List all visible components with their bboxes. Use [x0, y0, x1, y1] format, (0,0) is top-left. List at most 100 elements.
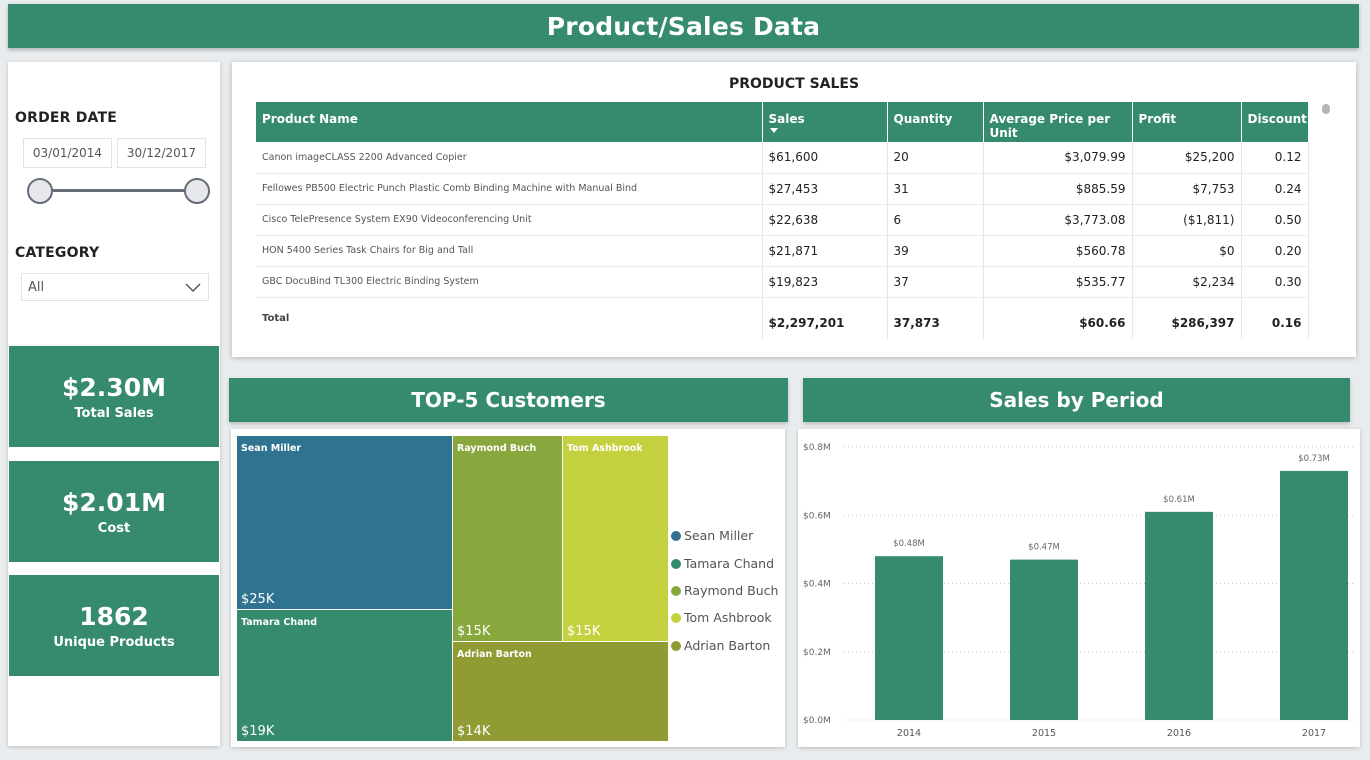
tile-value: $25K: [241, 592, 275, 607]
legend-dot: [671, 640, 681, 651]
top-customers-header: TOP-5 Customers: [229, 378, 788, 422]
tile-name: Sean Miller: [241, 443, 302, 454]
legend-item-sean-miller[interactable]: Sean Miller: [671, 528, 753, 543]
legend-item-tom-ashbrook[interactable]: Tom Ashbrook: [671, 610, 772, 625]
cell-total-discount: 0.16: [1241, 297, 1309, 339]
tile-name: Adrian Barton: [457, 649, 532, 660]
legend-label: Sean Miller: [684, 528, 754, 543]
slider-start-handle[interactable]: [27, 178, 53, 204]
legend-label: Adrian Barton: [684, 638, 771, 653]
column-header-product-name[interactable]: Product Name: [256, 102, 763, 142]
treemap-tile-sean-miller[interactable]: Sean Miller $25K: [236, 435, 453, 610]
table-row[interactable]: HON 5400 Series Task Chairs for Big and …: [256, 235, 1309, 267]
cell-total-label: Total: [256, 297, 763, 339]
y-tick-label: $0.8M: [803, 443, 831, 453]
cell-discount: 0.30: [1241, 266, 1309, 298]
cell-discount: 0.24: [1241, 173, 1309, 205]
bar-2015[interactable]: [1010, 559, 1078, 720]
cell-avg-price: $560.78: [983, 235, 1133, 267]
cell-product-name: HON 5400 Series Task Chairs for Big and …: [256, 235, 763, 267]
legend-item-raymond-buch[interactable]: Raymond Buch: [671, 583, 778, 598]
kpi-cost: $2.01M Cost: [9, 461, 219, 562]
table-row[interactable]: Fellowes PB500 Electric Punch Plastic Co…: [256, 173, 1309, 205]
data-label: $0.48M: [893, 539, 925, 549]
cell-total-avg-price: $60.66: [983, 297, 1133, 339]
table-header-row: Product Name Sales Quantity Average Pric…: [256, 102, 1309, 142]
cell-quantity: 6: [887, 204, 984, 236]
y-tick-label: $0.6M: [803, 511, 831, 521]
tile-name: Raymond Buch: [457, 443, 537, 454]
slider-end-handle[interactable]: [184, 178, 210, 204]
cell-profit: $2,234: [1132, 266, 1242, 298]
sales-by-period-chart: $0.0M $0.2M $0.4M $0.6M $0.8M $0.48M 2014 $0.47…: [803, 443, 1354, 739]
legend-label: Raymond Buch: [684, 583, 779, 598]
kpi-value: 1862: [79, 601, 149, 631]
tile-value: $15K: [567, 624, 601, 639]
table-row[interactable]: GBC DocuBind TL300 Electric Binding Syst…: [256, 266, 1309, 298]
column-header-avg-price[interactable]: Average Price per Unit: [983, 102, 1133, 142]
column-header-sales[interactable]: Sales: [762, 102, 888, 142]
x-tick-label: 2017: [1302, 728, 1326, 739]
x-tick-label: 2014: [897, 728, 921, 739]
cell-product-name: GBC DocuBind TL300 Electric Binding Syst…: [256, 266, 763, 298]
kpi-value: $2.30M: [62, 372, 166, 402]
column-header-quantity[interactable]: Quantity: [887, 102, 984, 142]
x-tick-label: 2016: [1167, 728, 1191, 739]
cell-quantity: 37: [887, 266, 984, 298]
table-total-row: Total $2,297,201 37,873 $60.66 $286,397 …: [256, 297, 1309, 339]
kpi-unique-products: 1862 Unique Products: [9, 575, 219, 676]
cell-avg-price: $3,079.99: [983, 142, 1133, 174]
tile-value: $19K: [241, 724, 275, 739]
kpi-value: $2.01M: [62, 487, 166, 517]
legend-label: Tamara Chand: [684, 556, 775, 571]
category-dropdown[interactable]: All: [21, 273, 209, 301]
cell-profit: ($1,811): [1132, 204, 1242, 236]
top-customers-title: TOP-5 Customers: [411, 388, 606, 412]
legend-dot: [671, 585, 681, 596]
cell-sales: $27,453: [762, 173, 888, 205]
sales-by-period-chart-panel: $0.0M $0.2M $0.4M $0.6M $0.8M $0.48M 2014 $0.47…: [798, 429, 1360, 747]
category-label: CATEGORY: [15, 245, 100, 261]
cell-discount: 0.12: [1241, 142, 1309, 174]
treemap-tile-raymond-buch[interactable]: Raymond Buch $15K: [452, 435, 563, 642]
treemap-tile-tamara-chand[interactable]: Tamara Chand $19K: [236, 609, 453, 742]
kpi-label: Unique Products: [53, 634, 175, 650]
bar-2014[interactable]: [875, 556, 943, 720]
data-label: $0.73M: [1298, 454, 1330, 464]
cell-discount: 0.20: [1241, 235, 1309, 267]
date-range-slider[interactable]: [40, 189, 196, 192]
dashboard-header: Product/Sales Data: [8, 4, 1359, 48]
cell-total-quantity: 37,873: [887, 297, 984, 339]
cell-product-name: Cisco TelePresence System EX90 Videoconf…: [256, 204, 763, 236]
cell-total-sales: $2,297,201: [762, 297, 888, 339]
cell-discount: 0.50: [1241, 204, 1309, 236]
data-label: $0.61M: [1163, 495, 1195, 505]
table-row[interactable]: Cisco TelePresence System EX90 Videoconf…: [256, 204, 1309, 236]
column-header-profit[interactable]: Profit: [1132, 102, 1242, 142]
table-scrollbar[interactable]: [1322, 104, 1330, 114]
bar-2017[interactable]: [1280, 470, 1348, 720]
legend-dot: [671, 530, 681, 541]
column-header-discount[interactable]: Discount: [1241, 102, 1309, 142]
treemap-tile-adrian-barton[interactable]: Adrian Barton $14K: [452, 641, 669, 742]
treemap-tile-tom-ashbrook[interactable]: Tom Ashbrook $15K: [562, 435, 669, 642]
cell-sales: $61,600: [762, 142, 888, 174]
cell-avg-price: $3,773.08: [983, 204, 1133, 236]
cell-quantity: 39: [887, 235, 984, 267]
y-tick-label: $0.4M: [803, 580, 831, 590]
legend-dot: [671, 612, 681, 623]
tile-value: $15K: [457, 624, 491, 639]
legend-item-adrian-barton[interactable]: Adrian Barton: [671, 638, 770, 653]
cell-sales: $22,638: [762, 204, 888, 236]
end-date-input[interactable]: 30/12/2017: [117, 138, 206, 168]
cell-profit: $0: [1132, 235, 1242, 267]
start-date-input[interactable]: 03/01/2014: [23, 138, 112, 168]
filter-panel: ORDER DATE 03/01/2014 30/12/2017 CATEGOR…: [8, 62, 220, 346]
table-row[interactable]: Canon imageCLASS 2200 Advanced Copier $6…: [256, 142, 1309, 174]
legend-item-tamara-chand[interactable]: Tamara Chand: [671, 556, 774, 571]
cell-avg-price: $885.59: [983, 173, 1133, 205]
product-sales-title: PRODUCT SALES: [728, 76, 860, 92]
sales-by-period-header: Sales by Period: [803, 378, 1350, 422]
cell-total-profit: $286,397: [1132, 297, 1242, 339]
bar-2016[interactable]: [1145, 511, 1213, 720]
